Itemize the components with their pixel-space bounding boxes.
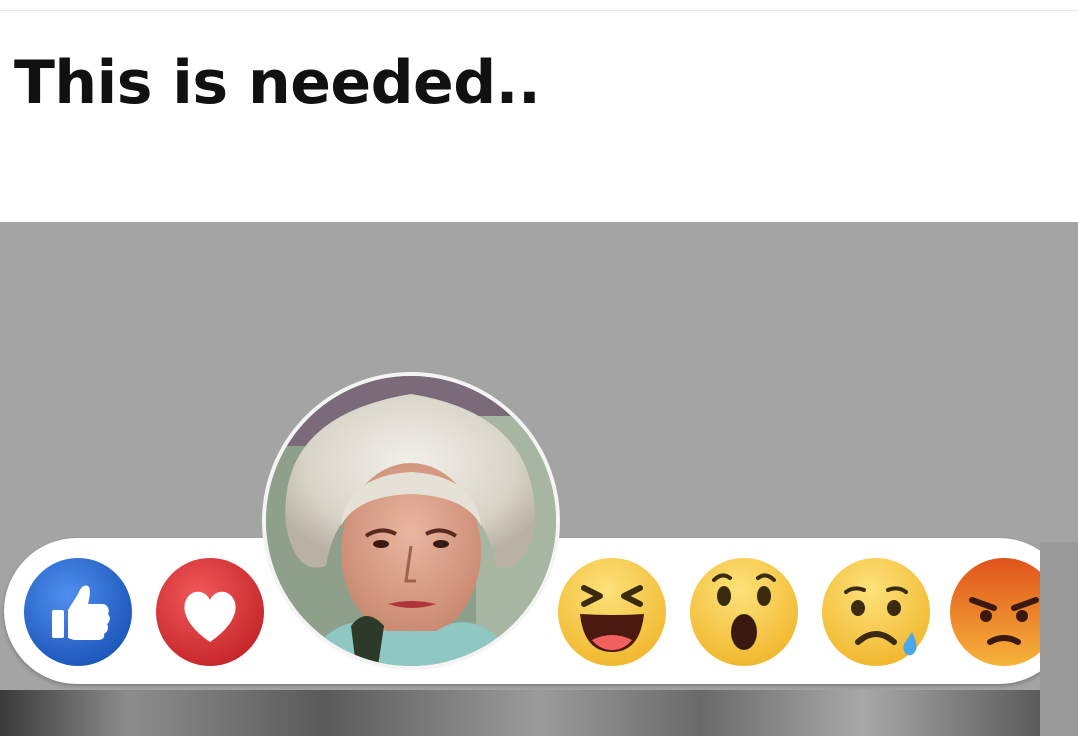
surprised-face-icon [690,558,798,666]
haha-reaction-button[interactable] [556,556,668,668]
panel-edge [1040,542,1078,736]
meme-caption: This is needed.. [14,48,541,118]
woman-face-photo [266,376,556,666]
like-reaction-button[interactable] [22,556,134,668]
sad-reaction-button[interactable] [820,556,932,668]
meme-image [0,222,1078,736]
top-divider [0,10,1078,11]
love-reaction-button[interactable] [154,556,266,668]
laughing-face-icon [558,558,666,666]
thumbs-up-icon [24,558,132,666]
wow-reaction-button[interactable] [688,556,800,668]
bottom-blurred-strip [0,690,1078,736]
heart-icon [156,558,264,666]
crying-face-icon [822,558,930,666]
custom-photo-reaction-button[interactable] [262,372,560,670]
